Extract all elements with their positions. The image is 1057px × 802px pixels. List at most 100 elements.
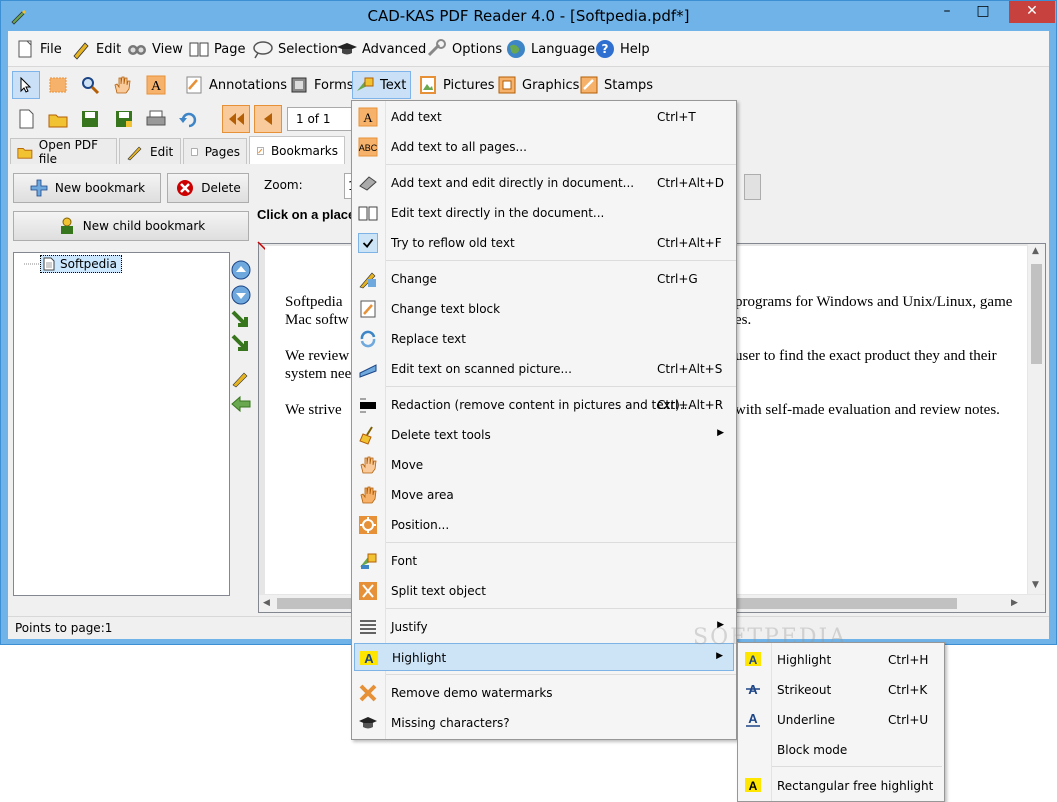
print-button[interactable] (142, 105, 170, 133)
menu-item-reflow[interactable]: Try to reflow old text Ctrl+Alt+F (354, 229, 734, 257)
menu-item-move-area[interactable]: Move area (354, 481, 734, 509)
menu-edit[interactable]: Edit (70, 37, 121, 61)
save-button[interactable] (76, 105, 104, 133)
delete-bookmark-button[interactable]: Delete (167, 173, 249, 203)
tree-item[interactable]: Softpedia (40, 255, 122, 273)
edit-bookmark-icon[interactable] (230, 367, 252, 389)
back-arrow-icon[interactable] (230, 393, 252, 415)
menu-options[interactable]: Options (426, 37, 502, 61)
submenu-arrow-icon: ▶ (717, 428, 724, 438)
menu-language[interactable]: Language (505, 37, 595, 61)
grad-cap-icon (359, 717, 377, 729)
menu-item-add-text-all[interactable]: ABC Add text to all pages... (354, 133, 734, 161)
submenu-item-strikeout[interactable]: A Strikeout Ctrl+K (740, 675, 942, 703)
menu-item-add-text[interactable]: A Add text Ctrl+T (354, 103, 734, 131)
indent-icon[interactable] (230, 309, 252, 331)
close-button[interactable]: ✕ (1009, 1, 1055, 23)
menu-item-label: Add text (391, 110, 442, 124)
tool-bar-modes: A Annotations Forms Text Pictures Graphi… (8, 69, 1049, 101)
new-child-bookmark-button[interactable]: New child bookmark (13, 211, 249, 241)
graphics-label: Graphics (522, 77, 580, 93)
svg-text:?: ? (602, 42, 609, 56)
bookmark-tree[interactable]: Softpedia (13, 252, 230, 596)
move-up-icon[interactable] (230, 259, 252, 281)
submenu-item-underline[interactable]: A Underline Ctrl+U (740, 705, 942, 733)
stamps-tool[interactable]: Stamps (579, 71, 653, 99)
menu-view[interactable]: View (126, 37, 183, 61)
tab-pages[interactable]: Pages (183, 138, 247, 164)
menu-item-missing-characters[interactable]: Missing characters? (354, 709, 734, 737)
tab-open-pdf[interactable]: Open PDF file (10, 138, 117, 166)
menu-item-label: Move (391, 458, 424, 472)
submenu-item-highlight[interactable]: A Highlight Ctrl+H (740, 645, 942, 673)
menu-item-change[interactable]: Change Ctrl+G (354, 265, 734, 293)
scroll-left-arrow[interactable]: ◀ (263, 598, 270, 608)
first-page-button[interactable] (222, 105, 250, 133)
vertical-scrollbar[interactable]: ▲ ▼ (1028, 244, 1045, 594)
doc-line: with self-made evaluation and review not… (735, 402, 1000, 418)
submenu-item-block-mode[interactable]: Block mode (740, 735, 942, 763)
menu-page[interactable]: Page (188, 37, 245, 61)
pictures-tool[interactable]: Pictures (418, 71, 494, 99)
menu-advanced[interactable]: Advanced (336, 37, 426, 61)
menu-item-edit-directly[interactable]: Edit text directly in the document... (354, 199, 734, 227)
double-left-arrow-icon (229, 113, 244, 125)
pictures-label: Pictures (443, 77, 495, 93)
move-down-icon[interactable] (230, 284, 252, 306)
menu-item-font[interactable]: Font (354, 547, 734, 575)
highlight-submenu: A Highlight Ctrl+H A Strikeout Ctrl+K A … (737, 642, 945, 802)
outdent-icon[interactable] (230, 333, 252, 355)
menu-language-label: Language (531, 41, 596, 57)
zoom-apply-button[interactable] (744, 174, 761, 200)
forms-label: Forms (314, 77, 354, 93)
graphics-tool[interactable]: Graphics (497, 71, 579, 99)
new-button[interactable] (12, 105, 40, 133)
prev-page-button[interactable] (254, 105, 282, 133)
submenu-item-label: Underline (777, 713, 835, 727)
submenu-arrow-icon: ▶ (716, 651, 723, 661)
select-tool[interactable] (12, 71, 40, 99)
save-as-button[interactable] (110, 105, 138, 133)
menu-item-remove-watermarks[interactable]: Remove demo watermarks (354, 679, 734, 707)
replace-icon (360, 330, 376, 348)
menu-help[interactable]: ? Help (594, 37, 650, 61)
rect-select-tool[interactable] (44, 71, 72, 99)
scroll-up-arrow[interactable]: ▲ (1032, 246, 1039, 256)
letter-a-icon: A (146, 75, 166, 95)
menu-view-label: View (152, 41, 183, 57)
menu-edit-label: Edit (96, 41, 122, 57)
menu-item-redaction[interactable]: Redaction (remove content in pictures an… (354, 391, 734, 419)
text-tool-a[interactable]: A (142, 71, 170, 99)
minimize-button[interactable]: – (931, 1, 963, 23)
maximize-button[interactable]: □ (967, 1, 999, 23)
menu-item-delete-tools[interactable]: Delete text tools ▶ (354, 421, 734, 449)
annotations-tool[interactable]: Annotations (184, 71, 287, 99)
undo-button[interactable] (174, 105, 202, 133)
page-counter[interactable]: 1 of 1 (287, 107, 355, 131)
menu-item-move[interactable]: Move (354, 451, 734, 479)
menu-item-position[interactable]: Position... (354, 511, 734, 539)
forms-tool[interactable]: Forms (289, 71, 354, 99)
tab-bookmarks[interactable]: Bookmarks (249, 136, 345, 164)
menu-item-change-block[interactable]: Change text block (354, 295, 734, 323)
scroll-right-arrow[interactable]: ▶ (1011, 598, 1018, 608)
language-icon (507, 40, 525, 58)
menu-item-replace-text[interactable]: Replace text (354, 325, 734, 353)
new-bookmark-button[interactable]: New bookmark (13, 173, 161, 203)
hand-tool[interactable] (108, 71, 136, 99)
menu-item-add-edit-directly[interactable]: Add text and edit directly in document..… (354, 169, 734, 197)
menu-file[interactable]: File (14, 37, 62, 61)
text-tool[interactable]: Text (352, 71, 412, 99)
menu-item-split[interactable]: Split text object (354, 577, 734, 605)
view-icon (128, 45, 146, 55)
submenu-item-rect-highlight[interactable]: A Rectangular free highlight (740, 771, 942, 799)
menu-item-highlight[interactable]: A Highlight ▶ (354, 643, 734, 671)
menu-item-scanned[interactable]: Edit text on scanned picture... Ctrl+Alt… (354, 355, 734, 383)
menu-selection[interactable]: Selection (252, 37, 338, 61)
open-button[interactable] (44, 105, 72, 133)
menu-item-justify[interactable]: Justify ▶ (354, 613, 734, 641)
scroll-thumb[interactable] (1031, 264, 1042, 364)
tab-edit[interactable]: Edit (119, 138, 181, 164)
scroll-down-arrow[interactable]: ▼ (1032, 580, 1039, 590)
zoom-tool[interactable] (76, 71, 104, 99)
